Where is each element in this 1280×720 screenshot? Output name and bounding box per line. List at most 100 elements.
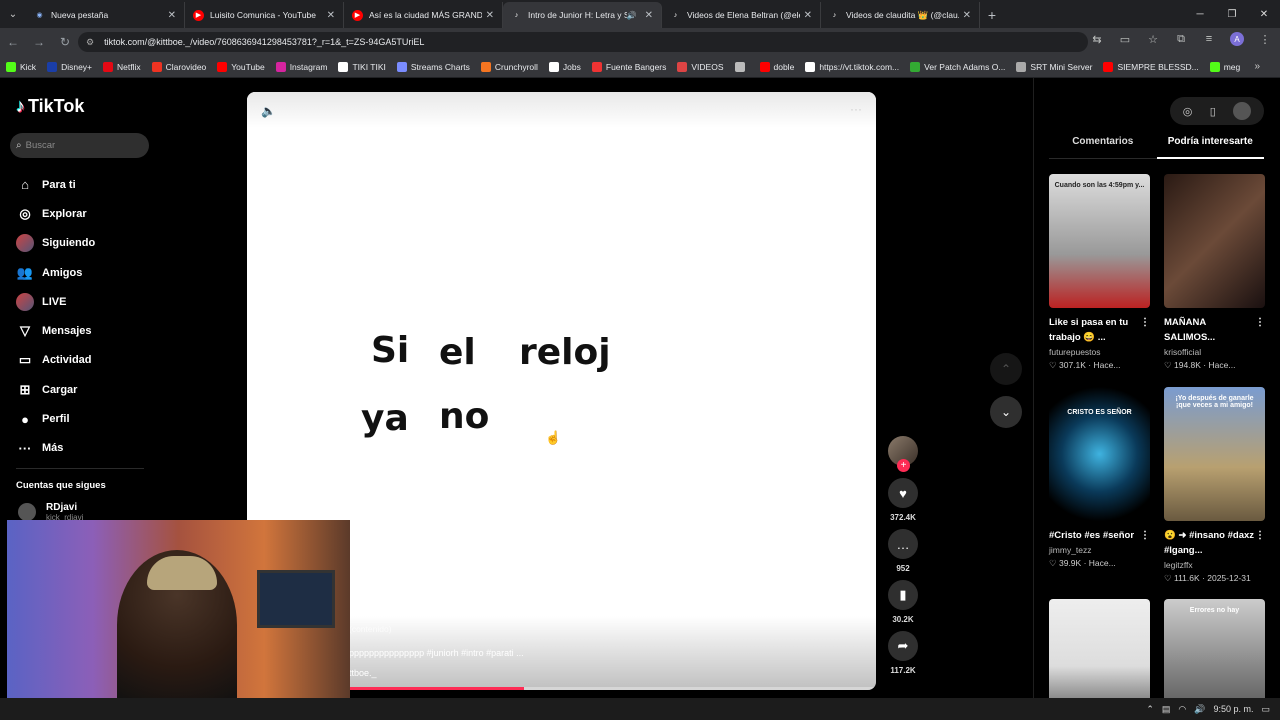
following-user[interactable]: RDjavi kick_rdjavi [18, 502, 83, 522]
video-author[interactable]: ttboe._ [349, 668, 377, 678]
next-video-button[interactable]: ⌄ [990, 396, 1022, 428]
close-tab-icon[interactable]: ✕ [327, 10, 335, 21]
video-more-icon[interactable]: ··· [850, 102, 862, 116]
media-icon[interactable]: ≡ [1202, 33, 1216, 45]
video-thumbnail[interactable]: Cuando son las 4:59pm y... [1049, 174, 1150, 308]
bookmark-item[interactable]: doble [759, 61, 794, 72]
previous-video-button[interactable]: ⌃ [990, 353, 1022, 385]
browser-tab[interactable]: ▶ Luisito Comunica - YouTube ✕ [185, 2, 344, 28]
close-tab-icon[interactable]: ✕ [486, 10, 494, 21]
card-more-icon[interactable]: ⋮ [1255, 315, 1265, 330]
browser-tab[interactable]: ♪ Videos de Elena Beltran (@eler ✕ [662, 2, 821, 28]
follow-plus-icon[interactable]: + [897, 459, 910, 472]
coin-icon[interactable]: ◎ [1183, 105, 1193, 118]
bookmark-item[interactable]: YouTube [217, 61, 265, 72]
bookmarks-overflow-icon[interactable]: » [1254, 61, 1260, 72]
browser-tab[interactable]: ◉ Nueva pestaña ✕ [26, 2, 185, 28]
bookmark-item[interactable]: TIKI TIKI [338, 61, 386, 72]
extensions-icon[interactable]: ⧉ [1174, 33, 1188, 46]
card-author[interactable]: jimmy_tezz [1049, 545, 1150, 555]
comment-action[interactable]: … 952 [888, 529, 918, 573]
menu-icon[interactable]: ⋮ [1258, 33, 1272, 46]
bookmark-item[interactable]: Streams Charts [396, 61, 470, 72]
sidebar-item-amigos[interactable]: 👥 Amigos [16, 258, 95, 287]
chevron-up-icon[interactable]: ⌃ [1146, 704, 1154, 715]
bookmark-item[interactable]: SRT Mini Server [1016, 61, 1092, 72]
card-author[interactable]: krisofficial [1164, 347, 1265, 357]
bookmark-item[interactable]: Fuente Bangers [591, 61, 666, 72]
bookmark-item[interactable] [734, 61, 749, 72]
video-caption[interactable]: ppppppppppppppp #juniorh #intro #parati … [349, 648, 524, 658]
close-tab-icon[interactable]: ✕ [804, 10, 812, 21]
close-window-icon[interactable]: ✕ [1248, 0, 1280, 28]
card-author[interactable]: futurepuestos [1049, 347, 1150, 357]
sidebar-item-perfil[interactable]: ● Perfil [16, 404, 95, 433]
sidebar-item-explorar[interactable]: ◎ Explorar [16, 199, 95, 228]
profile-avatar-icon[interactable]: A [1230, 32, 1244, 46]
bookmark-item[interactable]: Disney+ [47, 61, 92, 72]
sidebar-item-actividad[interactable]: ▭ Actividad [16, 346, 95, 375]
save-action[interactable]: ▮ 30.2K [888, 580, 918, 624]
browser-tab[interactable]: ♪ Videos de claudita 👑 (@clau. ✕ [821, 2, 980, 28]
bookmark-item[interactable]: Netflix [103, 61, 141, 72]
bookmark-item[interactable]: Ver Patch Adams O... [910, 61, 1005, 72]
minimize-icon[interactable]: ─ [1184, 0, 1216, 28]
restore-icon[interactable]: ❐ [1216, 0, 1248, 28]
tab-search-icon[interactable]: ⌄ [0, 0, 26, 28]
card-more-icon[interactable]: ⋮ [1140, 315, 1150, 330]
share-action[interactable]: ➦ 117.2K [888, 631, 918, 675]
like-action[interactable]: ♥ 372.4K [888, 478, 918, 522]
site-info-icon[interactable]: ⚙ [86, 37, 94, 48]
bookmark-item[interactable]: Jobs [548, 61, 581, 72]
sidebar-item-live[interactable]: LIVE [16, 287, 95, 316]
new-tab-button[interactable]: + [980, 2, 1004, 28]
bookmark-item[interactable]: SIEMPRE BLESSD... [1103, 61, 1199, 72]
device-icon[interactable]: ▯ [1210, 105, 1216, 118]
wifi-icon[interactable]: ◠ [1178, 704, 1186, 715]
forward-icon[interactable]: → [26, 28, 52, 56]
close-tab-icon[interactable]: ✕ [645, 10, 653, 21]
back-icon[interactable]: ← [0, 28, 26, 56]
share-icon[interactable]: ➦ [888, 631, 918, 661]
reload-icon[interactable]: ↻ [52, 28, 78, 56]
heart-icon[interactable]: ♥ [888, 478, 918, 508]
bookmark-star-icon[interactable]: ☆ [1146, 33, 1160, 46]
search-input[interactable]: ⌕ Buscar [10, 133, 149, 158]
video-thumbnail[interactable]: ¡Yo después de ganarle ¡que veces a mi a… [1164, 387, 1265, 521]
clock[interactable]: 9:50 p. m. [1213, 704, 1253, 714]
url-bar[interactable]: ⚙ tiktok.com/@kittboe._/video/7608636941… [78, 32, 1088, 52]
volume-icon[interactable]: 🔈 [261, 104, 276, 118]
tiktok-logo[interactable]: ♪ TikTok [16, 96, 84, 117]
translate-icon[interactable]: ⇆ [1090, 33, 1104, 46]
video-thumbnail[interactable] [1164, 174, 1265, 308]
video-thumbnail[interactable]: CRISTO ES SEÑOR [1049, 387, 1150, 521]
close-tab-icon[interactable]: ✕ [963, 10, 971, 21]
bookmark-item[interactable]: Clarovideo [151, 61, 206, 72]
browser-tab[interactable]: ▶ Así es la ciudad MÁS GRANDE ✕ [344, 2, 503, 28]
sidebar-item-siguiendo[interactable]: Siguiendo [16, 229, 95, 258]
browser-tab[interactable]: ♪ Intro de Junior H: Letra y Si 🔊 ✕ [503, 2, 662, 28]
user-avatar[interactable] [1233, 102, 1252, 120]
recommended-video-card[interactable]: Cuando son las 4:59pm y... Like si pasa e… [1049, 174, 1150, 371]
sidebar-item-cargar[interactable]: ⊞ Cargar [16, 375, 95, 404]
card-more-icon[interactable]: ⋮ [1255, 528, 1265, 543]
sidebar-item-m-s[interactable]: ··· Más [16, 434, 95, 463]
notification-icon[interactable]: ▭ [1261, 704, 1270, 715]
network-icon[interactable]: ▤ [1162, 704, 1171, 715]
bookmark-item[interactable]: https://vt.tiktok.com... [805, 61, 899, 72]
bookmark-item[interactable]: VIDEOS [677, 61, 724, 72]
tab-podria-interesarte[interactable]: Podría interesarte [1156, 136, 1264, 159]
bookmark-item[interactable]: Instagram [275, 61, 327, 72]
tab-comentarios[interactable]: Comentarios [1049, 136, 1157, 159]
card-more-icon[interactable]: ⋮ [1140, 528, 1150, 543]
bookmark-item[interactable]: meg [1209, 61, 1240, 72]
sidebar-item-para-ti[interactable]: ⌂ Para ti [16, 170, 95, 199]
recommended-video-card[interactable]: ¡Yo después de ganarle ¡que veces a mi a… [1164, 387, 1265, 584]
recommended-video-card[interactable]: CRISTO ES SEÑOR #Cristo #es #señor ⋮ jimmy_… [1049, 387, 1150, 569]
speaker-icon[interactable]: 🔊 [1194, 704, 1205, 715]
bookmark-icon[interactable]: ▮ [888, 580, 918, 610]
bookmark-item[interactable]: Kick [6, 61, 36, 72]
sidebar-item-mensajes[interactable]: ▽ Mensajes [16, 316, 95, 345]
close-tab-icon[interactable]: ✕ [168, 10, 176, 21]
bookmark-item[interactable]: Crunchyroll [480, 61, 538, 72]
